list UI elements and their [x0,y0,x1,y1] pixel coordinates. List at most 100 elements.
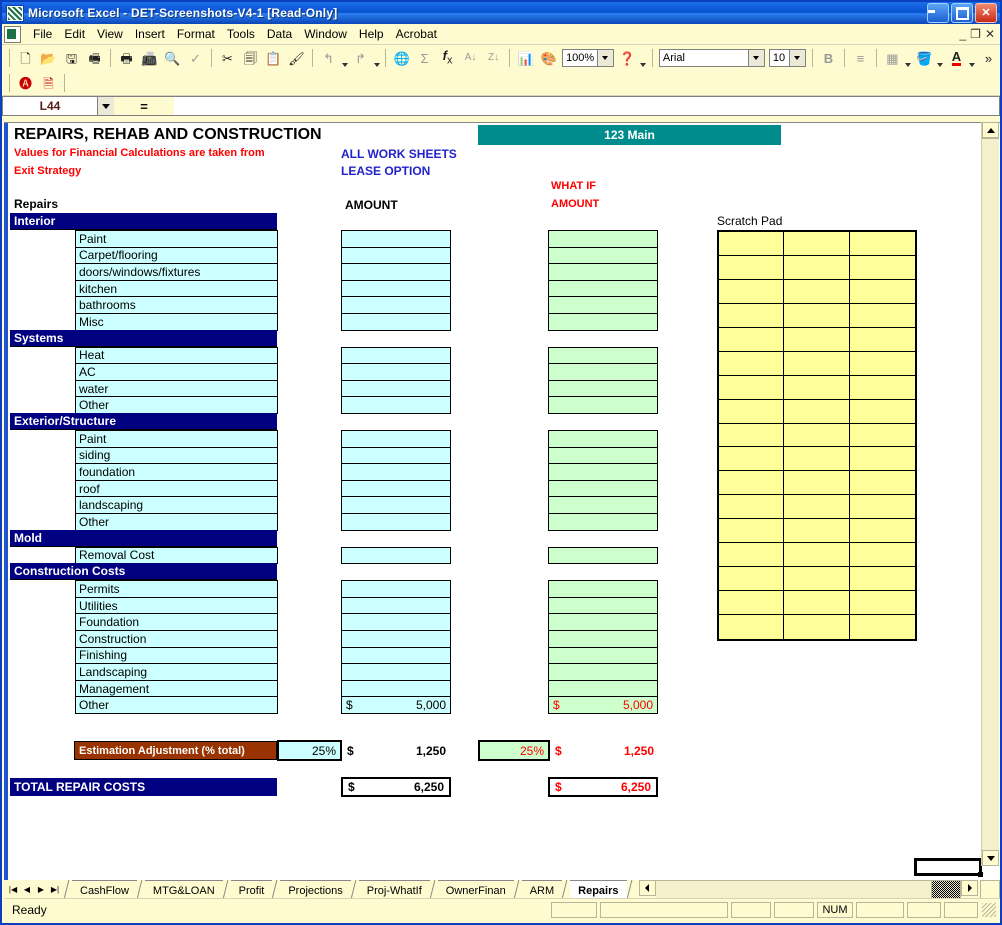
amount-input-cell[interactable] [341,379,451,398]
whatif-input-cell[interactable] [548,580,658,598]
sheet-tab-proj-whatif[interactable]: Proj-WhatIf [358,880,430,899]
whatif-input-cell[interactable] [548,663,658,681]
scratch-pad-cell[interactable] [784,471,850,496]
menu-item-window[interactable]: Window [298,25,353,43]
whatif-input-cell[interactable] [548,646,658,665]
amount-input-cell[interactable] [341,496,451,514]
name-box[interactable]: L44 [2,96,114,116]
tab-nav-last[interactable]: ▶| [48,882,62,898]
split-handle[interactable] [980,880,1000,899]
menu-item-insert[interactable]: Insert [129,25,171,43]
redo-dropdown-icon[interactable] [372,45,381,72]
amount-input-cell[interactable] [341,396,451,414]
amount-input-cell[interactable] [341,596,451,615]
scratch-pad-cell[interactable] [784,495,850,520]
font-name-combo[interactable]: Arial [658,49,765,67]
scratch-pad-cell[interactable] [849,591,915,616]
sheet-tab-profit[interactable]: Profit [230,880,273,899]
scratch-pad-cell[interactable] [849,424,915,448]
amount-input-cell[interactable] [341,479,451,498]
whatif-input-cell[interactable] [548,230,658,248]
sheet-tab-projections[interactable]: Projections [280,880,351,899]
drawing-icon[interactable]: 🎨 [537,47,560,69]
undo-dropdown-icon[interactable] [340,45,349,72]
selected-cell-L44[interactable] [914,858,983,877]
amount-input-cell[interactable] [341,646,451,665]
scratch-pad-cell[interactable] [784,615,850,639]
whatif-input-cell[interactable] [548,630,658,648]
paste-icon[interactable]: 📋 [262,47,285,69]
amount-input-cell[interactable] [341,296,451,314]
tab-nav-first[interactable]: |◀ [6,882,20,898]
scratch-pad-cell[interactable] [784,303,850,328]
scratch-pad-cell[interactable] [849,447,915,472]
chevron-down-icon[interactable] [97,97,114,115]
amount-input-cell[interactable] [341,346,451,365]
menu-item-help[interactable]: Help [353,25,390,43]
autosum-icon[interactable]: Σ [413,47,436,69]
whatif-input-cell[interactable] [548,513,658,531]
whatif-input-cell[interactable] [548,246,658,265]
whatif-input-cell[interactable] [548,379,658,398]
amount-input-cell[interactable] [341,446,451,465]
amount-input-cell[interactable] [341,613,451,631]
scratch-pad-cell[interactable] [719,399,785,424]
fill-color-dropdown-icon[interactable] [936,45,945,72]
scratch-pad-cell[interactable] [719,567,785,592]
estimation-amount-percent[interactable]: 25% [277,740,342,761]
doc-minimize-button[interactable]: _ [959,27,966,41]
sheet-tab-arm[interactable]: ARM [521,880,563,899]
scratch-pad-cell[interactable] [849,304,915,328]
print-icon[interactable]: 🖶 [115,47,138,69]
whatif-input-cell[interactable] [548,430,658,448]
whatif-input-cell[interactable] [548,479,658,498]
estimation-whatif-percent[interactable]: 25% [478,740,550,761]
whatif-input-cell[interactable] [548,613,658,631]
menu-item-edit[interactable]: Edit [58,25,91,43]
scratch-pad-grid[interactable] [717,230,917,641]
scratch-pad-cell[interactable] [849,495,915,520]
toolbar-overflow-button[interactable]: » [977,47,1000,69]
formula-input[interactable] [174,96,1000,116]
whatif-input-cell[interactable] [548,446,658,465]
menu-item-data[interactable]: Data [261,25,298,43]
sort-asc-icon[interactable]: A↓ [459,47,482,69]
vertical-scroll-track[interactable] [982,139,999,850]
scratch-pad-cell[interactable] [784,423,850,448]
scratch-pad-cell[interactable] [719,615,785,639]
menu-item-file[interactable]: File [27,25,58,43]
scratch-pad-cell[interactable] [849,328,915,352]
amount-input-cell[interactable] [341,580,451,598]
whatif-input-cell[interactable]: $5,000 [548,696,658,714]
help-icon[interactable]: ❓ [616,47,639,69]
scratch-pad-cell[interactable] [719,591,785,616]
whatif-input-cell[interactable] [548,279,658,298]
scratch-pad-cell[interactable] [784,375,850,400]
fill-color-icon[interactable]: 🪣 [913,47,936,69]
scratch-pad-cell[interactable] [784,351,850,376]
chart-wizard-icon[interactable]: 📊 [514,47,537,69]
scratch-pad-cell[interactable] [849,471,915,496]
amount-input-cell[interactable] [341,246,451,265]
whatif-input-cell[interactable] [548,496,658,514]
menu-item-tools[interactable]: Tools [221,25,261,43]
scratch-pad-cell[interactable] [784,279,850,304]
scroll-left-button[interactable] [638,880,656,896]
scratch-pad-cell[interactable] [719,447,785,472]
worksheet-grid[interactable]: REPAIRS, REHAB AND CONSTRUCTION Values f… [4,123,983,884]
spellcheck-icon[interactable]: ✓ [184,47,207,69]
scratch-pad-cell[interactable] [849,376,915,400]
bold-button[interactable]: B [817,47,840,69]
doc-restore-button[interactable]: ❐ [970,27,981,41]
scratch-pad-cell[interactable] [849,567,915,592]
minimize-button[interactable] [927,3,949,23]
amount-input-cell[interactable] [341,630,451,648]
hyperlink-icon[interactable]: 🌐 [390,47,413,69]
whatif-input-cell[interactable] [548,679,658,698]
scratch-pad-cell[interactable] [719,471,785,496]
scratch-pad-cell[interactable] [849,519,915,544]
redo-icon[interactable]: ↱ [349,47,372,69]
scratch-pad-cell[interactable] [784,567,850,592]
scratch-pad-cell[interactable] [784,543,850,568]
amount-input-cell[interactable] [341,230,451,248]
